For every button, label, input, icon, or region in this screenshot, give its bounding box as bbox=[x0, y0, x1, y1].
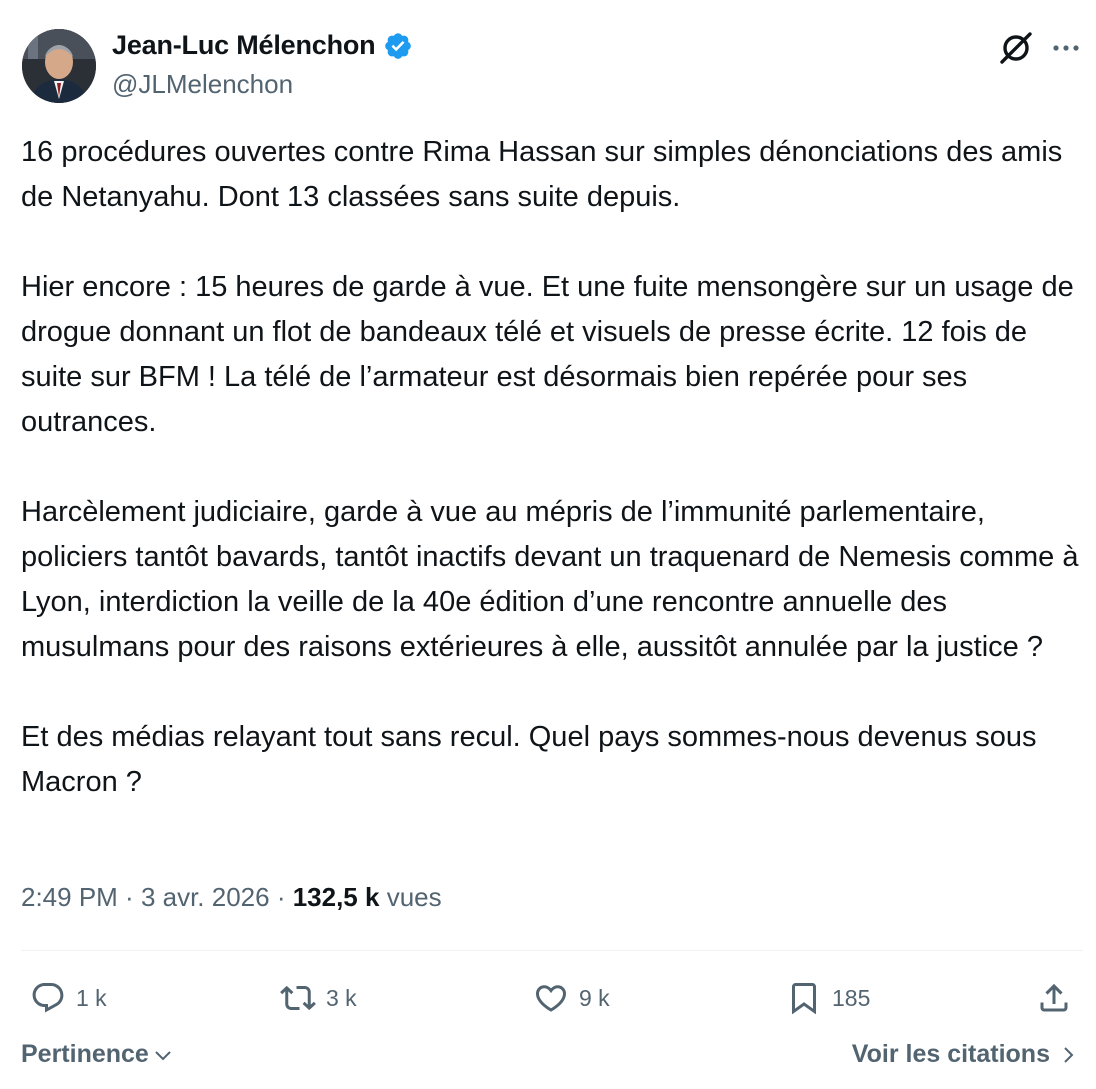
author-display-name[interactable]: Jean-Luc Mélenchon bbox=[112, 30, 376, 61]
more-horizontal-icon[interactable] bbox=[1050, 34, 1082, 62]
author-handle[interactable]: @JLMelenchon bbox=[112, 69, 293, 100]
tweet-paragraph: Harcèlement judiciaire, garde à vue au m… bbox=[21, 496, 1079, 663]
chevron-right-icon bbox=[1064, 1046, 1074, 1063]
views-label: vues bbox=[386, 882, 442, 912]
reply-icon bbox=[32, 983, 64, 1013]
view-quotes-link[interactable]: Voir les citations bbox=[852, 1040, 1078, 1069]
author-name-row[interactable]: Jean-Luc Mélenchon bbox=[112, 30, 413, 61]
share-button[interactable] bbox=[1036, 978, 1072, 1018]
reply-button[interactable]: 1 k bbox=[30, 978, 107, 1018]
verified-badge-icon[interactable] bbox=[383, 31, 413, 61]
like-count: 9 k bbox=[579, 984, 610, 1011]
tweet-paragraph: Et des médias relayant tout sans recul. … bbox=[21, 721, 1037, 798]
tweet-meta: 2:49 PM · 3 avr. 2026 · 132,5 k vues bbox=[21, 882, 442, 913]
retweet-icon bbox=[280, 985, 316, 1011]
retweet-count: 3 k bbox=[326, 984, 357, 1011]
sort-label: Pertinence bbox=[21, 1040, 149, 1068]
view-quotes-label: Voir les citations bbox=[851, 1040, 1050, 1068]
avatar[interactable] bbox=[22, 29, 96, 103]
grok-icon[interactable] bbox=[998, 30, 1034, 66]
divider bbox=[21, 950, 1083, 951]
views-count: 132,5 k bbox=[292, 882, 380, 912]
retweet-button[interactable]: 3 k bbox=[280, 978, 357, 1018]
reply-count: 1 k bbox=[76, 984, 107, 1011]
tweet-text: 16 procédures ouvertes contre Rima Hassa… bbox=[21, 130, 1081, 850]
meta-separator: · bbox=[269, 882, 293, 912]
tweet-paragraph: Hier encore : 15 heures de garde à vue. … bbox=[21, 271, 1074, 438]
bookmark-icon bbox=[792, 983, 816, 1015]
sort-dropdown[interactable]: Pertinence bbox=[21, 1040, 173, 1069]
meta-separator: · bbox=[117, 882, 141, 912]
tweet-card: Jean-Luc Mélenchon @JLMelenchon 16 procé… bbox=[0, 0, 1096, 1089]
heart-icon bbox=[535, 985, 567, 1012]
bookmark-count: 185 bbox=[832, 984, 871, 1011]
like-button[interactable]: 9 k bbox=[533, 978, 610, 1018]
chevron-down-icon bbox=[155, 1050, 171, 1060]
bookmark-button[interactable]: 185 bbox=[786, 978, 870, 1018]
share-icon bbox=[1040, 983, 1068, 1012]
tweet-paragraph: 16 procédures ouvertes contre Rima Hassa… bbox=[21, 136, 1063, 213]
tweet-date[interactable]: 3 avr. 2026 bbox=[141, 882, 270, 912]
tweet-time[interactable]: 2:49 PM bbox=[21, 882, 118, 912]
